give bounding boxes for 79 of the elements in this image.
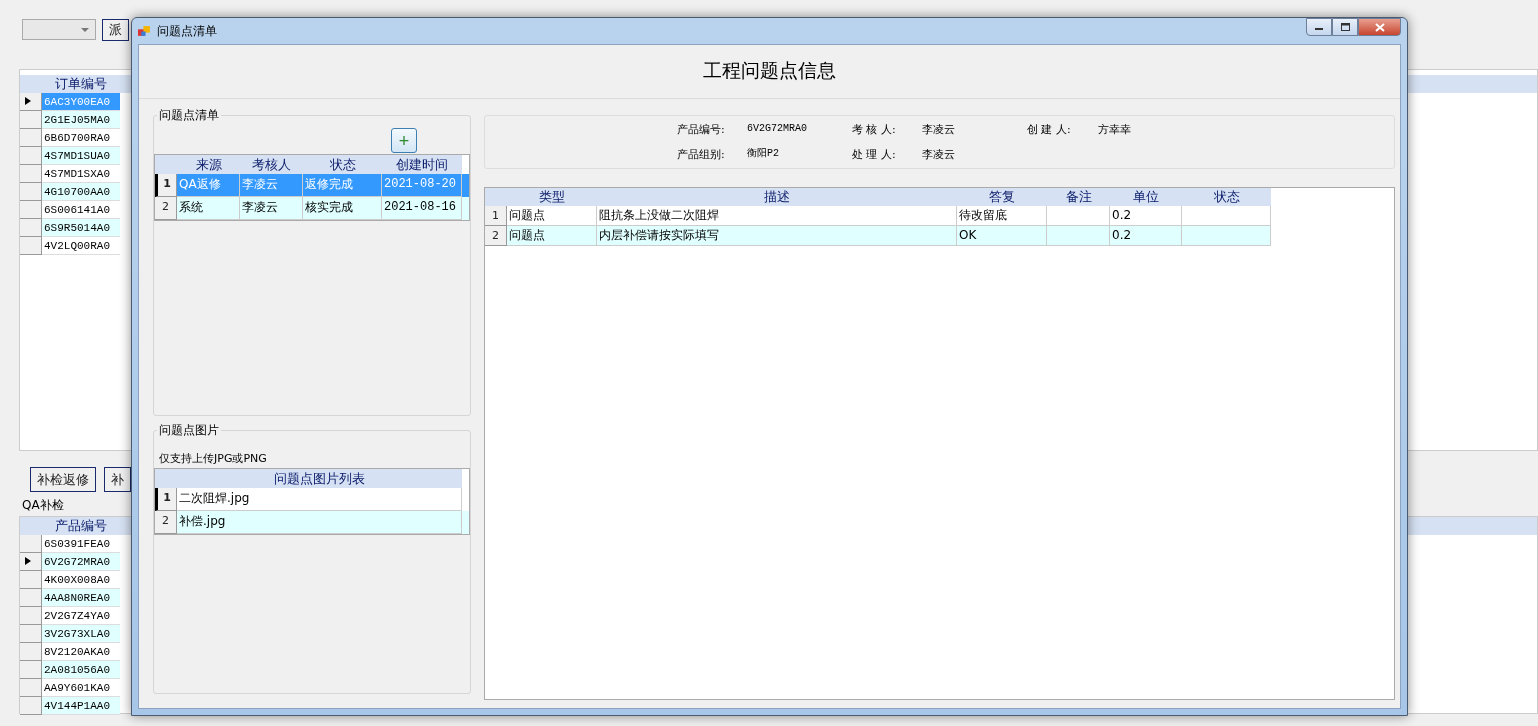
table-cell: 4AA8N0REA0 xyxy=(42,589,120,607)
table-cell: 4S7MD1SUA0 xyxy=(42,147,120,165)
group-title: 问题点清单 xyxy=(158,107,220,124)
table-cell: 问题点 xyxy=(507,226,597,246)
table-cell: 系统 xyxy=(177,197,240,220)
table-cell: 3V2G73XLA0 xyxy=(42,625,120,643)
table-row[interactable]: 2 系统 李凌云 核实完成 2021-08-16 xyxy=(155,197,469,220)
field-value: 李凌云 xyxy=(922,147,956,162)
field-label: 考 核 人: xyxy=(852,122,897,137)
table-cell: 内层补偿请按实际填写 xyxy=(597,226,957,246)
column-header[interactable]: 来源 xyxy=(177,155,240,174)
group-title: 问题点图片 xyxy=(158,422,220,439)
current-row-icon xyxy=(25,557,31,565)
close-icon xyxy=(1374,22,1385,32)
table-cell: 6AC3Y00EA0 xyxy=(42,93,120,111)
table-cell: 核实完成 xyxy=(303,197,382,220)
row-header[interactable]: 2 xyxy=(155,511,177,534)
table-cell: 2021-08-16 xyxy=(382,197,462,220)
column-header[interactable]: 状态 xyxy=(303,155,382,174)
field-label: 处 理 人: xyxy=(852,147,897,162)
header-corner xyxy=(20,517,42,535)
row-header[interactable]: 2 xyxy=(155,197,177,220)
table-cell: 2A081056A0 xyxy=(42,661,120,679)
row-header[interactable] xyxy=(20,93,42,111)
header-corner xyxy=(20,75,42,93)
table-cell: OK xyxy=(957,226,1047,246)
add-button[interactable]: + xyxy=(391,128,417,153)
column-header[interactable]: 备注 xyxy=(1047,188,1110,206)
table-cell: 李凌云 xyxy=(240,197,303,220)
column-header[interactable]: 产品编号 xyxy=(42,517,120,535)
window-title: 问题点清单 xyxy=(157,22,217,40)
action-button[interactable]: 补 xyxy=(104,467,131,492)
current-row-icon xyxy=(25,97,31,105)
app-icon xyxy=(138,24,151,38)
header-corner xyxy=(485,188,507,206)
dispatch-button[interactable]: 派 xyxy=(102,19,129,41)
dropdown-field[interactable] xyxy=(22,19,96,40)
field-label: 产品组别: xyxy=(677,147,726,162)
row-header[interactable]: 1 xyxy=(485,206,507,226)
column-header[interactable]: 问题点图片列表 xyxy=(177,469,462,488)
maximize-button[interactable] xyxy=(1332,18,1358,36)
table-cell: 4V2LQ00RA0 xyxy=(42,237,120,255)
row-header[interactable]: 2 xyxy=(485,226,507,246)
row-header[interactable]: 1 xyxy=(155,488,177,511)
dialog-heading: 工程问题点信息 xyxy=(139,45,1400,99)
column-header[interactable]: 创建时间 xyxy=(382,155,462,174)
table-cell: 4G10700AA0 xyxy=(42,183,120,201)
column-header[interactable]: 状态 xyxy=(1182,188,1271,206)
column-header[interactable]: 类型 xyxy=(507,188,597,206)
header-corner xyxy=(155,469,177,488)
table-cell: 2G1EJ05MA0 xyxy=(42,111,120,129)
close-button[interactable] xyxy=(1358,18,1401,36)
field-label: 产品编号: xyxy=(677,122,726,137)
row-header[interactable]: 1 xyxy=(155,174,177,197)
table-cell: 6S9R5014A0 xyxy=(42,219,120,237)
field-value: 李凌云 xyxy=(922,122,956,137)
table-row[interactable]: 1 QA返修 李凌云 返修完成 2021-08-20 xyxy=(155,174,469,197)
column-header[interactable]: 答复 xyxy=(957,188,1047,206)
column-header[interactable]: 考核人 xyxy=(240,155,303,174)
minimize-button[interactable] xyxy=(1306,18,1332,36)
header-corner xyxy=(155,155,177,174)
table-cell: 6V2G72MRA0 xyxy=(42,553,120,571)
field-value: 衡阳P2 xyxy=(747,147,780,161)
row-header[interactable] xyxy=(20,553,42,571)
column-header[interactable]: 描述 xyxy=(597,188,957,206)
section-label: QA补检 xyxy=(21,497,64,514)
table-cell: 0.2 xyxy=(1110,226,1182,246)
table-cell xyxy=(1047,226,1110,246)
column-header[interactable]: 订单编号 xyxy=(42,75,120,93)
table-cell: 补偿.jpg xyxy=(177,511,462,534)
field-label: 创 建 人: xyxy=(1027,122,1072,137)
maximize-icon xyxy=(1340,23,1350,31)
hint-text: 仅支持上传JPG或PNG xyxy=(158,451,268,467)
column-header[interactable]: 单位 xyxy=(1110,188,1182,206)
table-row[interactable]: 2 补偿.jpg xyxy=(155,511,469,534)
field-value: 方幸幸 xyxy=(1098,122,1132,137)
field-value: 6V2G72MRA0 xyxy=(747,122,808,136)
table-cell: 4V144P1AA0 xyxy=(42,697,120,715)
action-button[interactable]: 补检返修 xyxy=(30,467,96,492)
